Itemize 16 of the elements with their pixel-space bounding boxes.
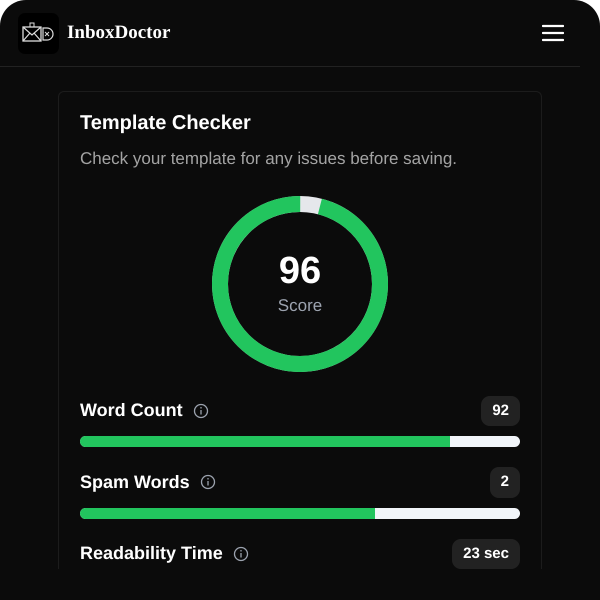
card-title: Template Checker: [80, 111, 252, 136]
metric-value: 2: [490, 467, 520, 498]
logo-icon: [18, 12, 59, 54]
brand-name: InboxDoctor: [67, 20, 170, 45]
metric-value: 23 sec: [452, 538, 520, 569]
metric-value: 92: [481, 396, 520, 426]
info-icon[interactable]: [232, 546, 249, 562]
info-icon[interactable]: [192, 402, 209, 419]
score-label: Score: [278, 294, 322, 317]
metric-label: Readability Time: [80, 542, 223, 566]
metric-label: Word Count: [80, 399, 183, 422]
metric-label: Spam Words: [80, 470, 190, 494]
info-icon[interactable]: [200, 474, 216, 490]
score-value: 96: [278, 248, 322, 293]
card-subtitle: Check your template for any issues before saving.: [80, 148, 458, 170]
menu-icon[interactable]: [542, 24, 564, 42]
